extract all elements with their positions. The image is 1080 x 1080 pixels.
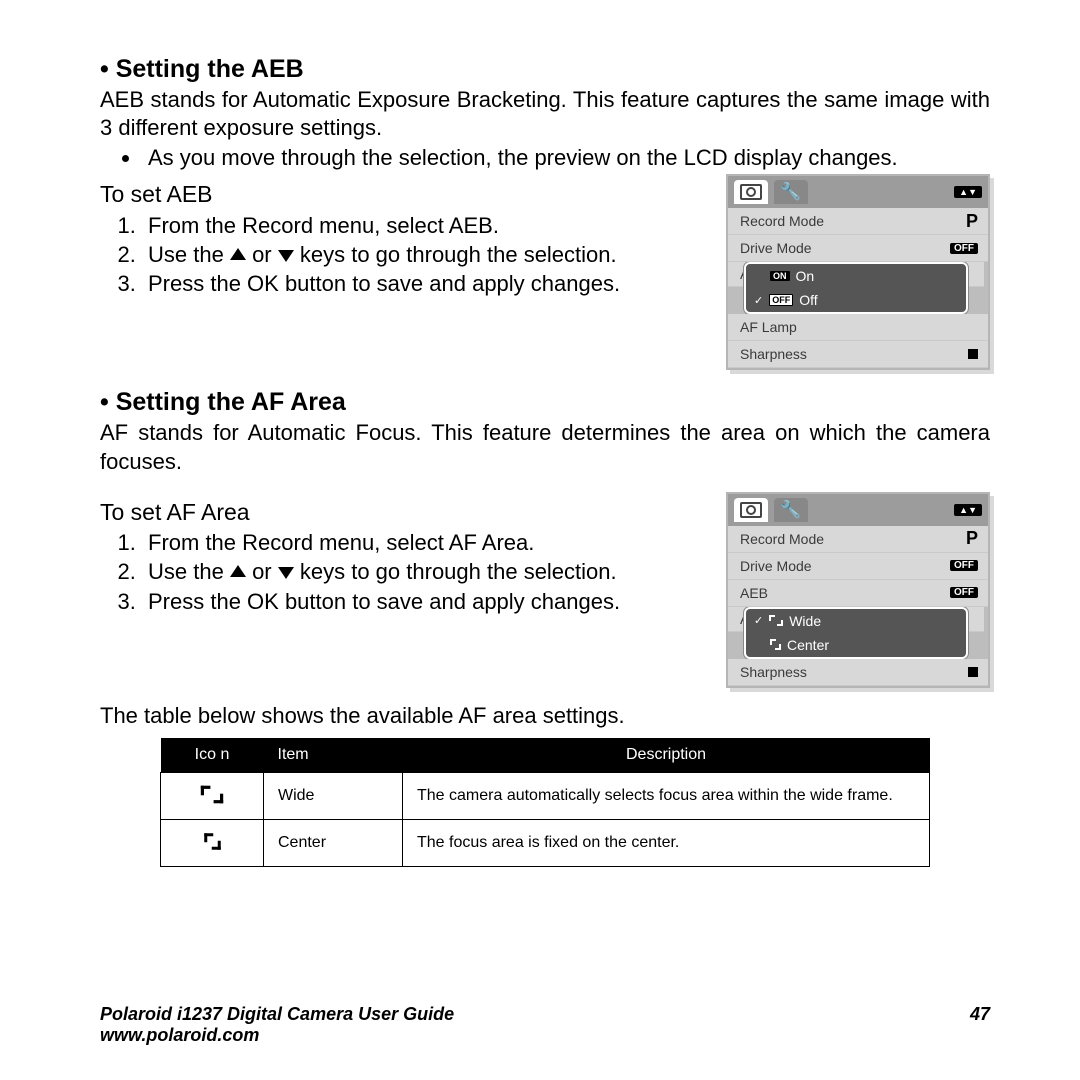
check-icon: ✓	[754, 614, 763, 627]
table-row: Center The focus area is fixed on the ce…	[161, 819, 930, 866]
footer-title: Polaroid i1237 Digital Camera User Guide	[100, 1004, 454, 1025]
af-settings-table: Ico n Item Description Wide The camera a…	[160, 738, 930, 867]
af-step-1: From the Record menu, select AF Area.	[142, 529, 696, 557]
nav-indicator-icon: ▲▼	[954, 186, 982, 198]
sharpness-icon	[968, 349, 978, 359]
popup-option-off: ✓ OFF Off	[746, 288, 966, 312]
th-item: Item	[264, 738, 403, 773]
af-step-3: Press the OK button to save and apply ch…	[142, 588, 696, 616]
aeb-step-1: From the Record menu, select AEB.	[142, 212, 696, 240]
footer-url: www.polaroid.com	[100, 1025, 454, 1046]
check-icon: ✓	[754, 294, 763, 307]
th-desc: Description	[403, 738, 930, 773]
up-arrow-icon	[230, 248, 246, 260]
tools-tab-icon: 🔧	[774, 498, 808, 522]
tools-tab-icon: 🔧	[774, 180, 808, 204]
th-icon: Ico n	[161, 738, 264, 773]
aeb-step-3: Press the OK button to save and apply ch…	[142, 270, 696, 298]
up-arrow-icon	[230, 565, 246, 577]
lcd-screenshot-aeb: 🔧 ▲▼ Record ModeP Drive ModeOFF A ON On …	[726, 174, 990, 370]
aeb-intro: AEB stands for Automatic Exposure Bracke…	[100, 86, 990, 142]
manual-page: Setting the AEB AEB stands for Automatic…	[0, 0, 1080, 1080]
popup-option-center: Center	[746, 633, 966, 657]
table-row: Wide The camera automatically selects fo…	[161, 772, 930, 819]
table-lead: The table below shows the available AF a…	[100, 702, 990, 730]
heading-af: Setting the AF Area	[100, 388, 990, 417]
af-intro: AF stands for Automatic Focus. This feat…	[100, 419, 990, 475]
af-subhead: To set AF Area	[100, 498, 696, 527]
aeb-step-2: Use the or keys to go through the select…	[142, 241, 696, 269]
page-number: 47	[970, 1004, 990, 1046]
down-arrow-icon	[278, 250, 294, 262]
down-arrow-icon	[278, 567, 294, 579]
page-footer: Polaroid i1237 Digital Camera User Guide…	[100, 1004, 990, 1046]
af-center-icon	[770, 639, 781, 650]
aeb-subhead: To set AEB	[100, 180, 696, 209]
af-center-icon	[204, 833, 221, 850]
heading-aeb: Setting the AEB	[100, 55, 990, 84]
nav-indicator-icon: ▲▼	[954, 504, 982, 516]
af-wide-icon	[201, 786, 223, 804]
camera-tab-icon	[734, 180, 768, 204]
camera-tab-icon	[734, 498, 768, 522]
af-wide-icon	[769, 615, 783, 626]
af-step-2: Use the or keys to go through the select…	[142, 558, 696, 586]
popup-option-wide: ✓ Wide	[746, 609, 966, 633]
lcd-screenshot-af: 🔧 ▲▼ Record ModeP Drive ModeOFF AEBOFF A…	[726, 492, 990, 688]
popup-option-on: ON On	[746, 264, 966, 288]
aeb-bullet: As you move through the selection, the p…	[142, 144, 990, 172]
sharpness-icon	[968, 667, 978, 677]
